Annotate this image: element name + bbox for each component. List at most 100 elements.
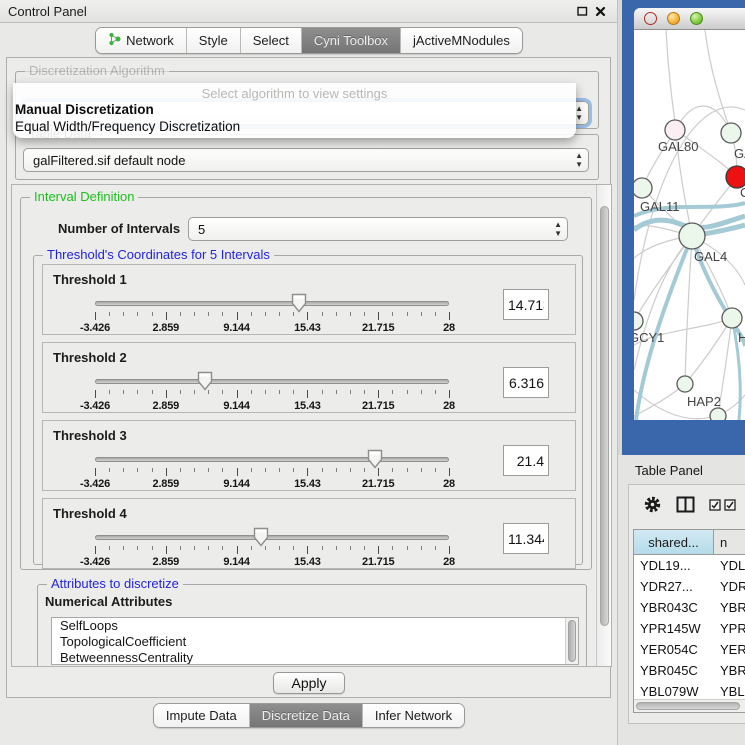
- network-node[interactable]: [634, 178, 652, 198]
- minimize-traffic-light-icon[interactable]: [667, 12, 680, 25]
- threshold-slider[interactable]: -3.4262.8599.14415.4321.71528: [89, 367, 457, 413]
- table-row[interactable]: YER054CYER0: [634, 639, 745, 660]
- threshold-slider[interactable]: -3.4262.8599.14415.4321.71528: [89, 523, 457, 569]
- slider-thumb[interactable]: [367, 449, 383, 469]
- thresholds-group: Threshold's Coordinates for 5 Intervals …: [33, 255, 583, 565]
- threshold-value-input[interactable]: [503, 523, 549, 554]
- network-node[interactable]: [665, 120, 685, 140]
- checkbox-icon[interactable]: [724, 499, 736, 514]
- table-cell[interactable]: YER0: [714, 642, 745, 657]
- slider-thumb[interactable]: [253, 527, 269, 547]
- threshold-slider[interactable]: -3.4262.8599.14415.4321.71528: [89, 445, 457, 491]
- checkbox-icon[interactable]: [709, 499, 721, 514]
- slider-track[interactable]: [95, 379, 449, 384]
- table-cell[interactable]: YDL1: [714, 558, 745, 573]
- table-row[interactable]: YPR145WYPR1: [634, 618, 745, 639]
- scale-label: 21.715: [362, 478, 394, 490]
- table-cell[interactable]: YBR045C: [634, 663, 714, 678]
- num-intervals-select[interactable]: 5 ▲▼: [188, 217, 568, 241]
- stepper-arrows-icon: ▲▼: [554, 220, 562, 238]
- tab-jactivemnodules[interactable]: jActiveMNodules: [400, 28, 522, 53]
- table-row[interactable]: YBR043CYBR0: [634, 597, 745, 618]
- list-scrollbar: [565, 618, 578, 664]
- scale-label: 21.715: [362, 556, 394, 568]
- column-header[interactable]: n: [714, 530, 745, 554]
- threshold-box: Threshold 1-3.4262.8599.14415.4321.71528: [42, 264, 576, 335]
- table-row[interactable]: YDR27...YDR2: [634, 576, 745, 597]
- table-row[interactable]: YBR045CYBR0: [634, 660, 745, 681]
- slider-track[interactable]: [95, 301, 449, 306]
- tab-network[interactable]: Network: [96, 28, 186, 53]
- scale-label: 28: [443, 478, 455, 490]
- network-node[interactable]: [710, 408, 726, 420]
- tab-select[interactable]: Select: [240, 28, 301, 53]
- table-cell[interactable]: YBL079W: [634, 684, 714, 699]
- scale-label: -3.426: [80, 322, 110, 334]
- slider-ticks: [95, 468, 449, 477]
- network-node[interactable]: [677, 376, 693, 392]
- table-cell[interactable]: YBL0: [714, 684, 745, 699]
- slider-track[interactable]: [95, 535, 449, 540]
- table-cell[interactable]: YER054C: [634, 642, 714, 657]
- attribute-list-item[interactable]: TopologicalCoefficient: [52, 634, 578, 650]
- window-title: Control Panel: [8, 4, 573, 19]
- attribute-list-item[interactable]: BetweennessCentrality: [52, 650, 578, 665]
- scale-label: 15.43: [294, 322, 321, 334]
- control-panel-titlebar: Control Panel: [0, 0, 617, 23]
- tab-cyni-toolbox[interactable]: Cyni Toolbox: [301, 28, 400, 53]
- table-row[interactable]: YDL19...YDL1: [634, 555, 745, 576]
- scale-label: 28: [443, 400, 455, 412]
- zoom-traffic-light-icon[interactable]: [690, 12, 703, 25]
- threshold-label: Threshold 4: [53, 506, 127, 521]
- table-cell[interactable]: YBR0: [714, 600, 745, 615]
- algorithm-option[interactable]: Manual Discretization: [15, 102, 567, 117]
- column-header[interactable]: shared...: [634, 530, 714, 554]
- table-cell[interactable]: YBR043C: [634, 600, 714, 615]
- threshold-value-input[interactable]: [503, 289, 549, 320]
- scale-label: 2.859: [153, 556, 180, 568]
- table-hscrollbar-thumb[interactable]: [636, 702, 740, 710]
- slider-track[interactable]: [95, 457, 449, 462]
- bottom-tab-label: Discretize Data: [262, 708, 350, 723]
- table-cell[interactable]: YBR0: [714, 663, 745, 678]
- slider-thumb[interactable]: [291, 293, 307, 313]
- settings-gear-icon[interactable]: [643, 495, 662, 517]
- algorithm-option[interactable]: Equal Width/Frequency Discretization: [15, 119, 567, 134]
- slider-thumb[interactable]: [197, 371, 213, 391]
- threshold-value-input[interactable]: [503, 445, 549, 476]
- tab-style[interactable]: Style: [186, 28, 240, 53]
- close-icon[interactable]: [591, 3, 609, 19]
- scale-label: 9.144: [223, 322, 250, 334]
- bottom-tab-infer-network[interactable]: Infer Network: [362, 704, 464, 727]
- list-scrollbar-thumb[interactable]: [568, 620, 576, 662]
- table-panel-title: Table Panel: [635, 463, 703, 478]
- table-cell[interactable]: YDL19...: [634, 558, 714, 573]
- bottom-tab-impute-data[interactable]: Impute Data: [154, 704, 249, 727]
- network-node-label: GA: [734, 146, 745, 161]
- close-traffic-light-icon[interactable]: [644, 12, 657, 25]
- float-window-icon[interactable]: [573, 3, 591, 19]
- bottom-tab-label: Impute Data: [166, 708, 237, 723]
- network-node[interactable]: [722, 308, 742, 328]
- threshold-slider[interactable]: -3.4262.8599.14415.4321.71528: [89, 289, 457, 335]
- table-cell[interactable]: YDR27...: [634, 579, 714, 594]
- threshold-value-input[interactable]: [503, 367, 549, 398]
- algorithm-prompt: Select algorithm to view settings: [13, 86, 576, 101]
- split-columns-icon[interactable]: [676, 496, 695, 516]
- network-node[interactable]: [721, 123, 741, 143]
- network-node[interactable]: [679, 223, 705, 249]
- apply-button[interactable]: Apply: [273, 672, 345, 694]
- scale-label: 9.144: [223, 400, 250, 412]
- scale-label: 28: [443, 322, 455, 334]
- network-node[interactable]: [634, 312, 643, 330]
- tab-label: Select: [253, 33, 289, 48]
- panel-scrollbar-thumb[interactable]: [600, 206, 609, 626]
- table-cell[interactable]: YPR145W: [634, 621, 714, 636]
- network-canvas[interactable]: GAL80GACGAL11GAL4GCY1HHAP2: [634, 30, 745, 420]
- attribute-list-item[interactable]: SelfLoops: [52, 618, 578, 634]
- table-data-select[interactable]: galFiltered.sif default node ▲▼: [23, 148, 589, 172]
- bottom-tab-discretize-data[interactable]: Discretize Data: [249, 704, 362, 727]
- table-cell[interactable]: YDR2: [714, 579, 745, 594]
- table-cell[interactable]: YPR1: [714, 621, 745, 636]
- interval-definition-group: Interval Definition Number of Intervals …: [20, 197, 592, 570]
